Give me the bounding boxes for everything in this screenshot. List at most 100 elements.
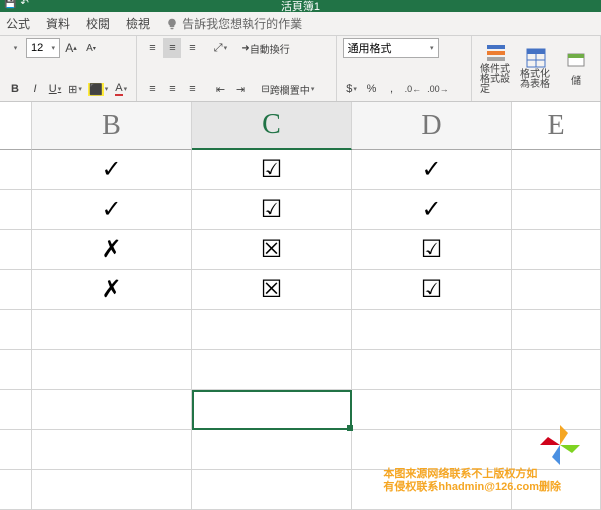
cell[interactable] xyxy=(352,390,512,430)
bold-button[interactable]: B xyxy=(6,79,24,99)
grid-row xyxy=(0,350,601,390)
cell[interactable] xyxy=(192,430,352,470)
comma-button[interactable]: , xyxy=(383,79,401,99)
cell[interactable]: ☒ xyxy=(192,270,352,310)
row-header[interactable] xyxy=(0,270,32,310)
font-dropdown[interactable]: ▾ xyxy=(6,38,24,58)
title-bar: 💾 ↶ 活頁簿1 xyxy=(0,0,601,12)
orientation-button[interactable]: ⤢▾ xyxy=(211,38,229,58)
row-header[interactable] xyxy=(0,350,32,390)
cell[interactable] xyxy=(352,430,512,470)
currency-button[interactable]: $▾ xyxy=(343,79,361,99)
column-headers: B C D E xyxy=(0,102,601,150)
cell[interactable] xyxy=(512,350,601,390)
col-header-blank[interactable] xyxy=(0,102,32,150)
cell[interactable]: ✓ xyxy=(352,150,512,190)
decrease-decimal-button[interactable]: .00→ xyxy=(425,79,451,99)
row-header[interactable] xyxy=(0,190,32,230)
cell[interactable]: ✓ xyxy=(32,190,192,230)
cell[interactable] xyxy=(192,470,352,510)
merge-center-button[interactable]: ⊟ 跨欄置中▾ xyxy=(259,79,316,99)
align-bottom-button[interactable]: ≡ xyxy=(183,38,201,58)
undo-icon[interactable]: ↶ xyxy=(20,0,28,9)
col-header-b[interactable]: B xyxy=(32,102,192,150)
worksheet-grid[interactable]: B C D E ✓ ☑ ✓ ✓ ☑ ✓ ✗ ☒ ☑ ✗ ☒ ☑ xyxy=(0,102,601,510)
row-header[interactable] xyxy=(0,430,32,470)
number-format-select[interactable]: 通用格式▾ xyxy=(343,38,439,58)
cell[interactable] xyxy=(512,150,601,190)
cell[interactable] xyxy=(32,350,192,390)
cell[interactable] xyxy=(352,310,512,350)
cell[interactable] xyxy=(32,430,192,470)
wrap-text-button[interactable]: ➜ 自動換行 xyxy=(239,38,291,58)
row-header[interactable] xyxy=(0,390,32,430)
decrease-indent-button[interactable]: ⇤ xyxy=(211,79,229,99)
grid-row: ✗ ☒ ☑ xyxy=(0,270,601,310)
cell[interactable] xyxy=(352,350,512,390)
row-header[interactable] xyxy=(0,150,32,190)
grid-row xyxy=(0,310,601,350)
tab-review[interactable]: 校閱 xyxy=(86,15,110,32)
align-top-button[interactable]: ≡ xyxy=(143,38,161,58)
increase-indent-button[interactable]: ⇥ xyxy=(231,79,249,99)
workbook-title: 活頁簿1 xyxy=(281,0,320,14)
font-color-button[interactable]: A▾ xyxy=(112,79,130,99)
cell[interactable]: ✓ xyxy=(352,190,512,230)
col-header-e[interactable]: E xyxy=(512,102,601,150)
cell[interactable]: ✓ xyxy=(32,150,192,190)
cell[interactable]: ☒ xyxy=(192,230,352,270)
styles-group: 條件式格式設定 格式化為表格 儲 xyxy=(472,36,601,101)
watermark-text: 本图来源网络联系不上版权方如 有侵权联系hhadmin@126.com删除 xyxy=(383,468,561,494)
alignment-group: ≡ ≡ ≡ ⤢▾ ➜ 自動換行 ≡ ≡ ≡ ⇤ ⇥ ⊟ 跨欄置中▾ xyxy=(137,36,336,101)
fill-color-button[interactable]: ⬛▾ xyxy=(86,79,110,99)
cell[interactable] xyxy=(192,310,352,350)
cond-format-icon xyxy=(486,43,506,63)
underline-button[interactable]: U▾ xyxy=(46,79,64,99)
align-right-button[interactable]: ≡ xyxy=(183,79,201,99)
row-header[interactable] xyxy=(0,470,32,510)
cell[interactable] xyxy=(512,310,601,350)
row-header[interactable] xyxy=(0,310,32,350)
cell[interactable]: ✗ xyxy=(32,230,192,270)
increase-decimal-button[interactable]: .0← xyxy=(403,79,424,99)
row-header[interactable] xyxy=(0,230,32,270)
cell[interactable] xyxy=(32,470,192,510)
italic-button[interactable]: I xyxy=(26,79,44,99)
cell[interactable] xyxy=(512,190,601,230)
format-as-table-button[interactable]: 格式化為表格 xyxy=(518,46,554,92)
grid-row: ✓ ☑ ✓ xyxy=(0,150,601,190)
align-middle-button[interactable]: ≡ xyxy=(163,38,181,58)
font-size-input[interactable]: 12▾ xyxy=(26,38,60,58)
col-header-c[interactable]: C xyxy=(192,102,352,150)
border-button[interactable]: ⊞▾ xyxy=(66,79,84,99)
tell-me[interactable]: 告訴我您想執行的作業 xyxy=(166,15,302,32)
cell[interactable] xyxy=(512,270,601,310)
cell[interactable] xyxy=(512,230,601,270)
cell[interactable]: ☑ xyxy=(192,150,352,190)
cell[interactable] xyxy=(32,390,192,430)
percent-button[interactable]: % xyxy=(363,79,381,99)
tab-formulas[interactable]: 公式 xyxy=(6,15,30,32)
fill-handle[interactable] xyxy=(347,425,353,431)
conditional-format-button[interactable]: 條件式格式設定 xyxy=(478,41,514,97)
align-left-button[interactable]: ≡ xyxy=(143,79,161,99)
align-center-button[interactable]: ≡ xyxy=(163,79,181,99)
cell[interactable] xyxy=(32,310,192,350)
grid-row: ✓ ☑ ✓ xyxy=(0,190,601,230)
lightbulb-icon xyxy=(166,18,178,30)
save-icon[interactable]: 💾 xyxy=(4,0,16,9)
tab-data[interactable]: 資料 xyxy=(46,15,70,32)
grid-row xyxy=(0,430,601,470)
active-cell[interactable] xyxy=(192,390,352,430)
increase-font-button[interactable]: A▴ xyxy=(62,38,80,58)
cell-styles-button[interactable]: 儲 xyxy=(558,48,594,89)
cell[interactable]: ☑ xyxy=(192,190,352,230)
cell[interactable] xyxy=(192,350,352,390)
col-header-d[interactable]: D xyxy=(352,102,512,150)
cell[interactable]: ☑ xyxy=(352,270,512,310)
tab-view[interactable]: 檢視 xyxy=(126,15,150,32)
cell[interactable]: ✗ xyxy=(32,270,192,310)
ribbon: ▾ 12▾ A▴ A▾ B I U▾ ⊞▾ ⬛▾ A▾ ≡ ≡ ≡ ⤢▾ ➜ 自… xyxy=(0,36,601,102)
cell[interactable]: ☑ xyxy=(352,230,512,270)
decrease-font-button[interactable]: A▾ xyxy=(82,38,100,58)
